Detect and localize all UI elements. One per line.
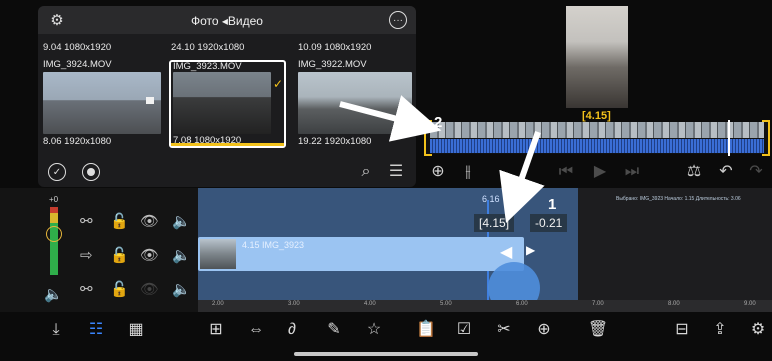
annotation-arrows — [339, 95, 545, 223]
arrow-to-filmstrip — [339, 95, 442, 142]
annotation-number-2: 2 — [434, 114, 443, 131]
annotation-number-1: 1 — [548, 196, 557, 213]
arrow-to-timeline — [499, 131, 545, 223]
